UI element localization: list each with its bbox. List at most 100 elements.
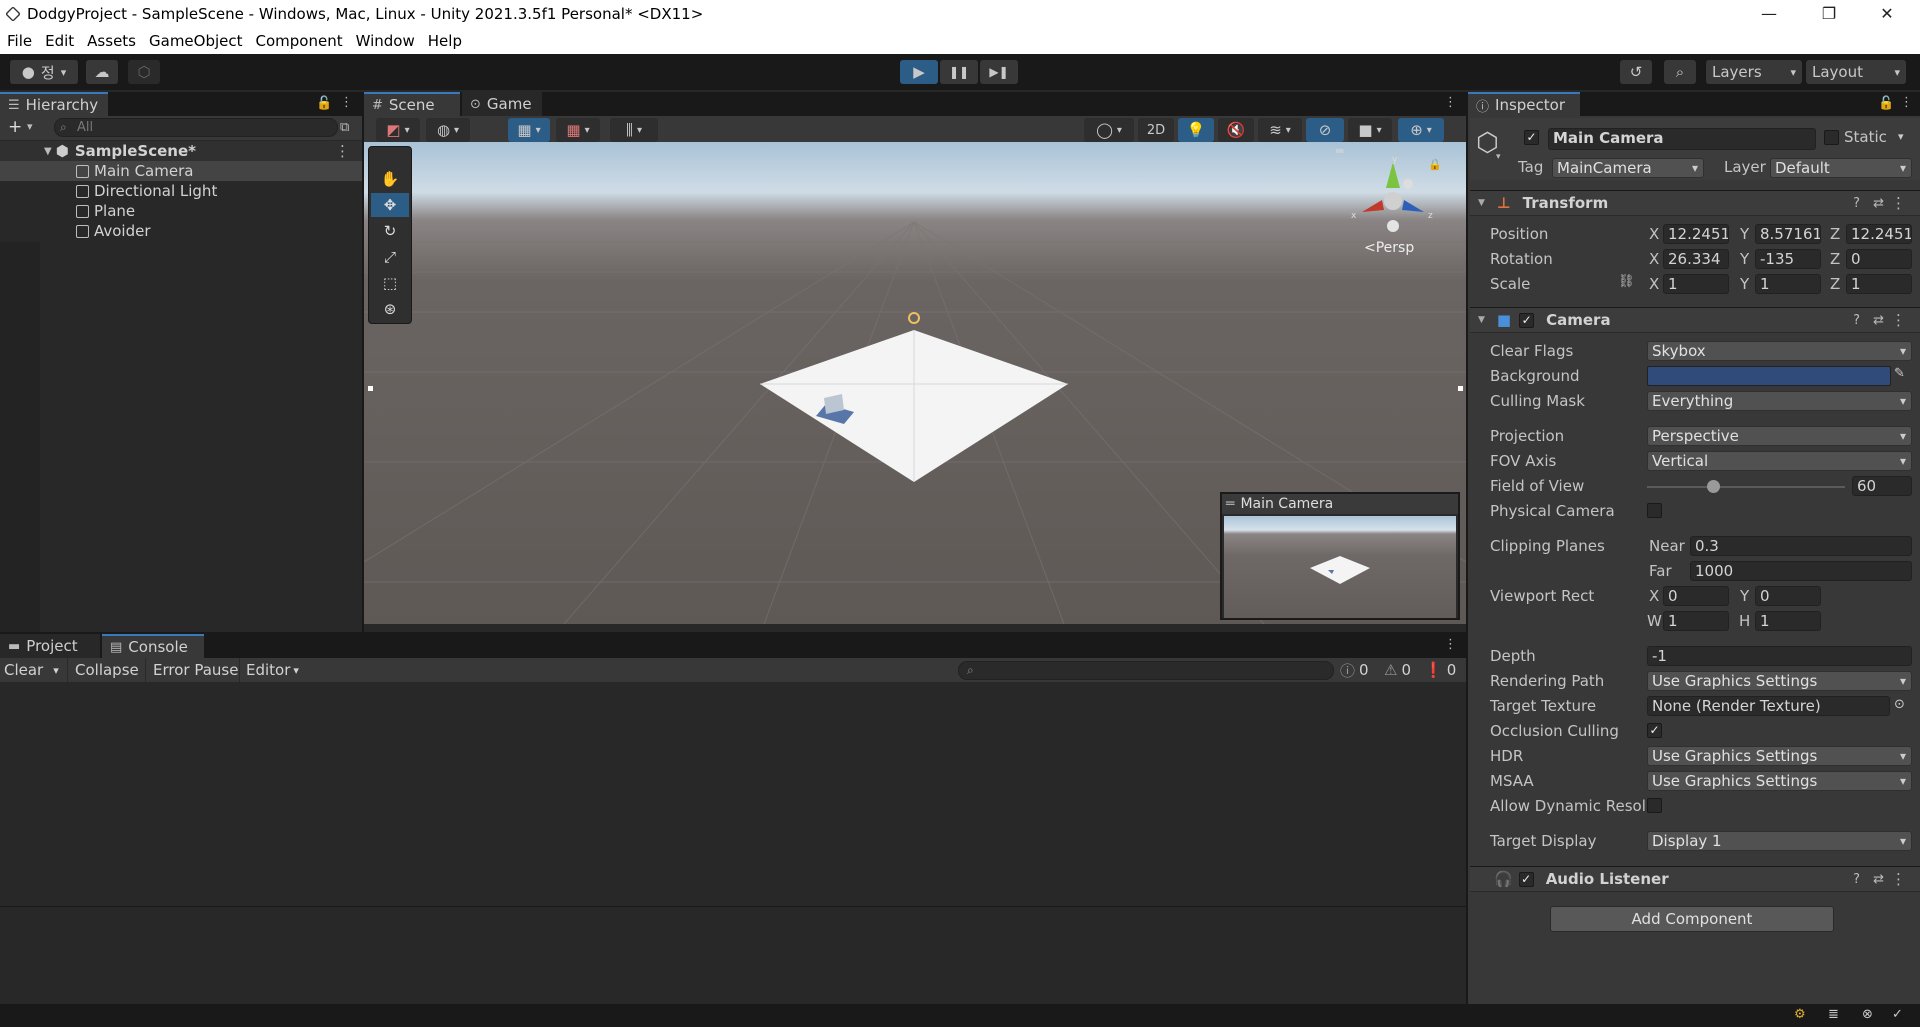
chevron-down-icon[interactable]: ▾ — [1496, 152, 1501, 162]
preset-icon[interactable]: ⇄ — [1873, 196, 1884, 211]
hidden-objects-toggle[interactable]: ⊘ — [1306, 118, 1344, 142]
tab-scene[interactable]: # Scene — [364, 92, 460, 116]
help-icon[interactable]: ? — [1853, 313, 1860, 328]
position-y-input[interactable]: 8.57161: — [1755, 224, 1821, 244]
layout-dropdown[interactable]: Layout ▾ — [1806, 60, 1906, 84]
resize-handle[interactable] — [368, 386, 373, 391]
scale-tool-icon[interactable]: ⤢ — [371, 245, 409, 269]
splitter[interactable] — [0, 632, 1466, 634]
grid-snap-button[interactable]: ▦ ▾ — [508, 118, 550, 142]
scene-row[interactable]: ▼ ⬢ SampleScene* ⋮ — [0, 141, 362, 161]
occlusion-culling-checkbox[interactable]: ✓ — [1647, 723, 1662, 738]
hierarchy-item[interactable]: Avoider — [0, 221, 151, 241]
hierarchy-item[interactable]: Main Camera — [0, 161, 362, 181]
collapse-arrow-icon[interactable]: ▼ — [1478, 315, 1485, 325]
preset-icon[interactable]: ⇄ — [1873, 313, 1884, 328]
tab-inspector[interactable]: ⓘ Inspector — [1468, 92, 1580, 116]
error-pause-button[interactable]: Error Pause — [148, 658, 240, 682]
help-icon[interactable]: ? — [1853, 196, 1860, 211]
msaa-dropdown[interactable]: Use Graphics Settings — [1647, 771, 1912, 791]
more-icon[interactable]: ⋮ — [1891, 194, 1906, 212]
lighting-toggle[interactable]: 💡 — [1178, 118, 1214, 142]
hdr-dropdown[interactable]: Use Graphics Settings — [1647, 746, 1912, 766]
chevron-down-icon[interactable]: ▾ — [1898, 130, 1904, 143]
hand-tool-icon[interactable]: ✋ — [371, 167, 409, 191]
camera-enabled-checkbox[interactable]: ✓ — [1519, 312, 1535, 328]
camera-header[interactable]: ▼ ■ ✓ Camera ? ⇄ ⋮ — [1470, 307, 1920, 333]
move-tool-icon[interactable]: ✥ — [371, 193, 409, 217]
draw-mode-button[interactable]: ◩ ▾ — [376, 118, 420, 142]
splitter[interactable] — [362, 92, 364, 632]
more-icon[interactable]: ⋮ — [1444, 95, 1457, 110]
link-icon[interactable]: ⛓ — [1618, 274, 1635, 289]
search-button[interactable]: ⌕ — [1664, 60, 1696, 84]
projection-dropdown[interactable]: Perspective — [1647, 426, 1912, 446]
maximize-button[interactable]: ❐ — [1806, 0, 1852, 28]
error-count-toggle[interactable]: ❗ 0 — [1424, 660, 1456, 680]
more-icon[interactable]: ⋮ — [1891, 870, 1906, 888]
effects-button[interactable]: ≋ ▾ — [1258, 118, 1302, 142]
target-display-dropdown[interactable]: Display 1 — [1647, 831, 1912, 851]
eyedropper-icon[interactable]: ✎ — [1894, 366, 1905, 381]
static-checkbox[interactable] — [1824, 130, 1839, 145]
lock-icon[interactable]: 🔓 — [316, 96, 332, 111]
menu-help[interactable]: Help — [421, 32, 468, 50]
snap-increment-button[interactable]: ▦ ▾ — [556, 118, 600, 142]
add-component-button[interactable]: Add Component — [1550, 906, 1834, 932]
debug-icon[interactable]: ⊗ — [1862, 1007, 1873, 1022]
help-icon[interactable]: ? — [1853, 872, 1860, 887]
collapse-button[interactable]: Collapse — [70, 658, 146, 682]
progress-icon[interactable]: ⚙ — [1794, 1007, 1806, 1022]
more-icon[interactable]: ⋮ — [340, 95, 353, 110]
check-icon[interactable]: ✓ — [1892, 1007, 1903, 1022]
active-checkbox[interactable]: ✓ — [1524, 130, 1539, 145]
hierarchy-item[interactable]: Directional Light — [0, 181, 217, 201]
more-icon[interactable]: ⋮ — [1891, 311, 1906, 329]
scale-z-input[interactable]: 1 — [1846, 274, 1912, 294]
2d-toggle[interactable]: 2D — [1138, 118, 1174, 142]
orientation-gizmo[interactable]: y x z — [1348, 154, 1438, 244]
scale-x-input[interactable]: 1 — [1663, 274, 1729, 294]
hierarchy-item[interactable]: Plane — [0, 201, 135, 221]
lock-icon[interactable]: 🔓 — [1878, 96, 1894, 111]
rotation-z-input[interactable]: 0 — [1846, 249, 1912, 269]
expand-arrow-icon[interactable]: ▼ — [44, 146, 52, 157]
warning-count-toggle[interactable]: ⚠ 0 — [1384, 660, 1411, 680]
rotate-tool-icon[interactable]: ↻ — [371, 219, 409, 243]
pause-button[interactable]: ❚❚ — [940, 60, 978, 84]
clear-flags-dropdown[interactable]: Skybox — [1647, 341, 1912, 361]
transform-header[interactable]: ▼ ⊥ Transform ? ⇄ ⋮ — [1470, 190, 1920, 216]
culling-mask-dropdown[interactable]: Everything — [1647, 391, 1912, 411]
audio-listener-checkbox[interactable]: ✓ — [1518, 871, 1534, 887]
audio-listener-header[interactable]: 🎧 ✓ Audio Listener ? ⇄ ⋮ — [1470, 866, 1920, 892]
more-icon[interactable]: ⋮ — [335, 142, 350, 160]
scene-visibility-icon[interactable]: ⧉ — [340, 120, 349, 135]
collab-button[interactable]: ⬡ — [128, 60, 160, 84]
lock-icon[interactable]: 🔒 — [1428, 158, 1442, 171]
layer-dropdown[interactable]: Default — [1770, 158, 1912, 178]
position-x-input[interactable]: 12.2451( — [1663, 224, 1729, 244]
persp-label[interactable]: <Persp — [1364, 240, 1414, 256]
chevron-down-icon[interactable]: ▾ — [27, 120, 33, 133]
menu-file[interactable]: File — [0, 32, 38, 50]
splitter[interactable] — [1466, 92, 1468, 1004]
menu-window[interactable]: Window — [349, 32, 421, 50]
global-button[interactable]: ◍ ▾ — [426, 118, 470, 142]
scene-viewport[interactable]: ✋ ✥ ↻ ⤢ ⬚ ⊛ y x z 🔒 ═ <Persp ═ Main Camer… — [364, 142, 1466, 624]
depth-input[interactable]: -1 — [1647, 646, 1912, 666]
add-icon[interactable]: + — [8, 117, 22, 137]
viewport-y-input[interactable]: 0 — [1755, 586, 1821, 606]
rect-tool-icon[interactable]: ⬚ — [371, 271, 409, 295]
viewport-h-input[interactable]: 1 — [1755, 611, 1821, 631]
more-icon[interactable]: ⋮ — [1444, 637, 1457, 652]
editor-dropdown[interactable]: Editor ▾ — [242, 658, 306, 682]
menu-component[interactable]: Component — [249, 32, 349, 50]
resize-handle[interactable] — [1458, 386, 1463, 391]
object-picker-icon[interactable]: ⊙ — [1894, 697, 1905, 712]
layers-dropdown[interactable]: Layers ▾ — [1706, 60, 1802, 84]
scale-y-input[interactable]: 1 — [1755, 274, 1821, 294]
tab-hierarchy[interactable]: ☰ Hierarchy — [0, 92, 108, 116]
step-button[interactable]: ▶❚ — [980, 60, 1018, 84]
far-input[interactable]: 1000 — [1690, 561, 1912, 581]
tab-console[interactable]: ▤ Console — [102, 634, 204, 658]
